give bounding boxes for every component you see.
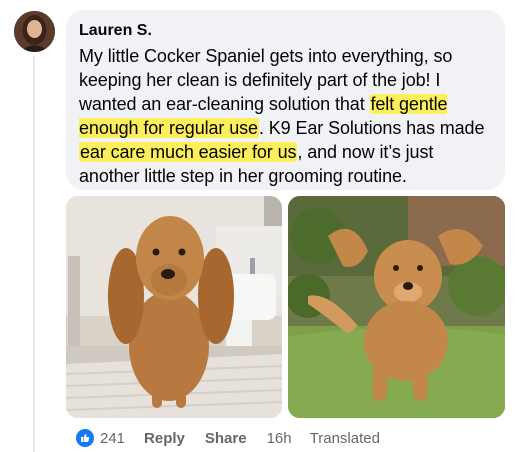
share-button[interactable]: Share [205,430,247,447]
comment-text-part: . K9 Ear Solutions has made [258,118,485,138]
thumbs-up-icon[interactable] [76,429,94,447]
thread-line [33,56,35,452]
comment-text: My little Cocker Spaniel gets into every… [79,44,492,188]
reaction-count[interactable]: 241 [100,430,125,447]
avatar[interactable] [14,11,55,52]
comment-author[interactable]: Lauren S. [79,22,492,40]
photo-dog-bathroom[interactable] [66,196,282,418]
translated-link[interactable]: Translated [310,430,380,447]
highlighted-phrase: ear care much easier for us [79,142,298,162]
reply-button[interactable]: Reply [144,430,185,447]
comment-actions: 241 Reply Share 16h Translated [76,428,380,448]
photo-dog-garden[interactable] [288,196,505,418]
comment-bubble: Lauren S. My little Cocker Spaniel gets … [66,10,505,190]
comment-timestamp[interactable]: 16h [267,430,292,447]
